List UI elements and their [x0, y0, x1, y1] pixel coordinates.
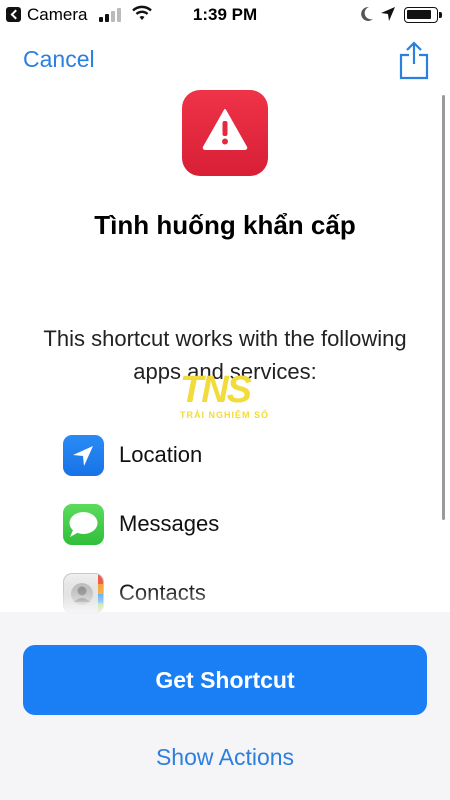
contacts-app-icon — [63, 573, 104, 614]
warning-triangle-icon — [202, 109, 248, 150]
app-label-contacts: Contacts — [119, 580, 206, 605]
location-app-icon — [63, 435, 104, 476]
app-row-contacts: Contacts — [63, 573, 363, 615]
shortcut-title: Tình huống khẩn cấp — [94, 210, 356, 240]
cancel-button[interactable]: Cancel — [23, 46, 95, 73]
shortcut-icon — [182, 90, 268, 176]
app-label-messages: Messages — [119, 511, 220, 536]
share-icon[interactable] — [398, 40, 430, 80]
watermark-main: TNS — [180, 369, 252, 411]
get-shortcut-button[interactable]: Get Shortcut — [23, 645, 427, 715]
watermark-sub: TRẢI NGHIỆM SỐ — [180, 410, 270, 420]
scrollbar[interactable] — [442, 95, 445, 520]
app-label-location: Location — [119, 442, 203, 467]
watermark-logo: TNS TRẢI NGHIỆM SỐ — [180, 369, 272, 424]
status-bar: Camera 1:39 PM — [0, 0, 450, 30]
app-row-location: Location — [63, 435, 363, 477]
bottom-action-panel: Get Shortcut Show Actions — [0, 612, 450, 800]
location-arrow-icon — [381, 7, 395, 21]
show-actions-link[interactable]: Show Actions — [0, 744, 450, 771]
moon-icon — [361, 6, 373, 21]
battery-icon — [404, 7, 442, 23]
app-row-messages: Messages — [63, 504, 363, 546]
messages-app-icon — [63, 504, 104, 545]
